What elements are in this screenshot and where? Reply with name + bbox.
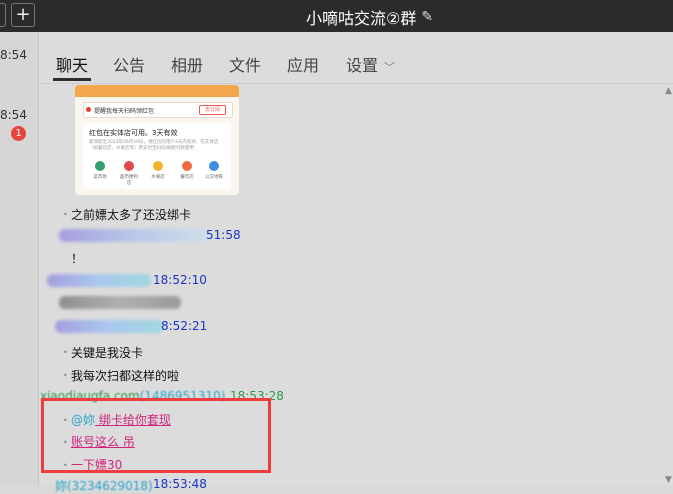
message-bullet: • xyxy=(63,371,68,380)
tab-chat[interactable]: 聊天 xyxy=(56,52,88,76)
group-title-text: 小嘀咕交流②群 xyxy=(306,9,417,28)
tab-apps[interactable]: 应用 xyxy=(287,52,319,76)
redpacket-icon xyxy=(86,107,91,112)
card-icon-label: 餐饮店 xyxy=(180,175,194,180)
card-description: 新领取至2023年06月30日，领红包的用户3天内有效，在实体店（如餐饮店、水果… xyxy=(89,140,219,151)
fruit-icon xyxy=(153,161,163,171)
tab-settings-label: 设置 xyxy=(346,56,379,75)
card-icon-label: 公交地铁 xyxy=(205,175,223,180)
active-tab-indicator xyxy=(53,78,91,81)
chevron-down-icon: ﹀ xyxy=(384,61,396,74)
message-text: 之前嫖太多了还没绑卡 xyxy=(71,208,192,222)
message-time: 18:52:10 xyxy=(153,273,207,287)
card-icon-label: 菜市场 xyxy=(93,175,107,180)
divider xyxy=(39,83,673,84)
message-time: 18:53:48 xyxy=(153,477,207,491)
add-button[interactable]: + xyxy=(11,3,35,27)
subscribe-button: 去订阅 xyxy=(198,105,226,115)
blurred-sender-name xyxy=(47,274,151,287)
card-icon-item: 超市便利店 xyxy=(118,161,140,186)
scroll-down-icon[interactable]: ▼ xyxy=(665,475,672,485)
title-bar: + 小嘀咕交流②群 ✎ xyxy=(0,0,673,32)
card-icon-row: 菜市场 超市便利店 水果店 餐饮店 公交地铁 xyxy=(89,161,225,187)
conversation-time: 8:54 xyxy=(0,108,27,122)
window-control-icon[interactable] xyxy=(0,3,6,27)
message-bullet: • xyxy=(63,210,68,219)
card-icon-label: 水果店 xyxy=(151,175,165,180)
card-icon-item: 餐饮店 xyxy=(176,161,198,180)
conversation-time: 8:54 xyxy=(0,48,27,62)
message-text: ！ xyxy=(71,252,84,266)
card-body: 红包在实体店可用。3天有效 新领取至2023年06月30日，领红包的用户3天内有… xyxy=(83,123,231,189)
tab-files[interactable]: 文件 xyxy=(229,52,261,76)
group-title: 小嘀咕交流②群 ✎ xyxy=(306,5,433,29)
scroll-up-icon[interactable]: ▲ xyxy=(665,86,672,96)
blurred-message xyxy=(59,296,181,309)
market-icon xyxy=(95,161,105,171)
message-text: 关键是我没卡 xyxy=(71,346,144,360)
message-bullet: • xyxy=(63,348,68,357)
highlight-box xyxy=(41,398,271,473)
tab-bar: 聊天 公告 相册 文件 应用 设置 ﹀ xyxy=(39,32,673,82)
food-icon xyxy=(182,161,192,171)
conversation-list: 8:54 8:54 1 xyxy=(0,32,38,486)
card-icon-item: 菜市场 xyxy=(89,161,111,180)
message-text: 我每次扫都这样的啦 xyxy=(71,369,180,383)
message-time: 51:58 xyxy=(206,228,241,242)
message-time: 8:52:21 xyxy=(161,319,208,333)
tab-announcement[interactable]: 公告 xyxy=(113,52,145,76)
cart-icon xyxy=(124,161,134,171)
edit-icon[interactable]: ✎ xyxy=(421,9,433,25)
card-reminder-row: 提醒我每天扫码领红包 去订阅 xyxy=(83,102,233,118)
image-message[interactable]: 提醒我每天扫码领红包 去订阅 红包在实体店可用。3天有效 新领取至2023年06… xyxy=(75,85,239,195)
card-icon-item: 水果店 xyxy=(147,161,169,180)
tab-album[interactable]: 相册 xyxy=(171,52,203,76)
card-reminder-text: 提醒我每天扫码领红包 xyxy=(94,108,155,115)
tab-settings[interactable]: 设置 ﹀ xyxy=(346,52,395,76)
blurred-sender-name xyxy=(55,320,163,333)
chat-panel: 聊天 公告 相册 文件 应用 设置 ﹀ ▲ ▼ 提醒我每天扫码领红包 去订阅 红包… xyxy=(38,32,673,493)
unread-badge: 1 xyxy=(11,126,26,141)
blurred-sender-name xyxy=(59,229,209,242)
card-icon-label: 超市便利店 xyxy=(120,175,138,186)
card-title: 红包在实体店可用。3天有效 xyxy=(89,129,178,137)
card-icon-item: 公交地铁 xyxy=(203,161,225,180)
card-header xyxy=(75,85,239,97)
bus-icon xyxy=(209,161,219,171)
